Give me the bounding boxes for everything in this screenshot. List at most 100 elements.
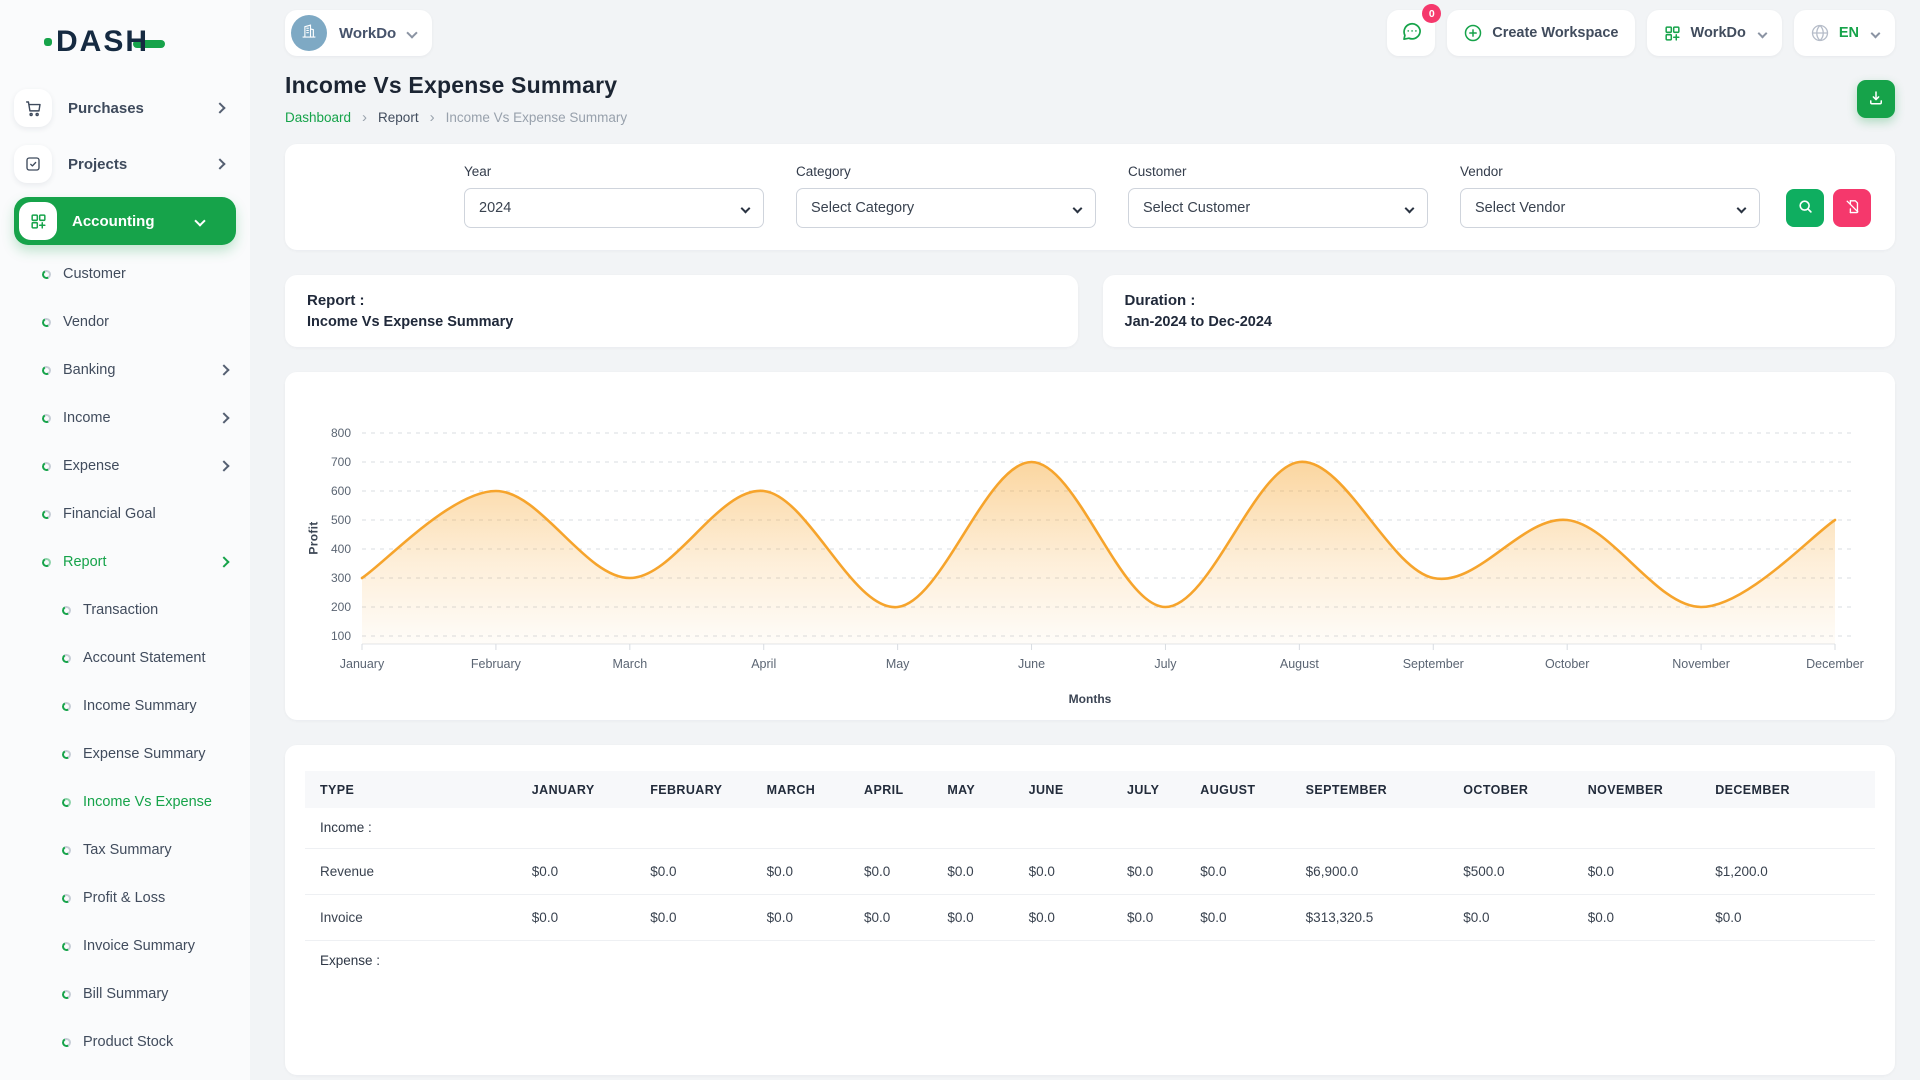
- sidebar-item-accounting[interactable]: Accounting: [14, 197, 236, 245]
- report-summary-card: Report : Income Vs Expense Summary: [285, 275, 1078, 347]
- report-card-value: Income Vs Expense Summary: [307, 314, 1056, 330]
- category-select[interactable]: Select Category: [796, 188, 1096, 228]
- table-cell: $0.0: [849, 848, 932, 894]
- sidebar-item-label: Expense Summary: [83, 746, 206, 762]
- language-button[interactable]: EN: [1794, 10, 1895, 56]
- table-header-row: TYPEJANUARYFEBRUARYMARCHAPRILMAYJUNEJULY…: [305, 771, 1875, 808]
- messages-button[interactable]: 0: [1387, 10, 1435, 56]
- filter-card: Year2024CategorySelect CategoryCustomerS…: [285, 144, 1895, 250]
- circle-dot-icon: [61, 748, 72, 759]
- reset-filter-button[interactable]: [1833, 189, 1871, 227]
- sidebar-item-label: Product Stock: [83, 1034, 173, 1050]
- create-workspace-label: Create Workspace: [1492, 25, 1618, 41]
- circle-dot-icon: [61, 844, 72, 855]
- table-cell: $0.0: [517, 848, 635, 894]
- sidebar-item-expense[interactable]: Expense: [14, 442, 236, 490]
- chart-x-axis-title: Months: [305, 692, 1875, 706]
- check-square-icon: [14, 145, 52, 183]
- search-icon: [1797, 198, 1814, 218]
- workspace-menu-button[interactable]: WorkDo: [1647, 10, 1782, 56]
- sidebar-item-bill-summary[interactable]: Bill Summary: [14, 970, 236, 1018]
- table-header-type: TYPE: [305, 771, 517, 808]
- sidebar-item-vendor[interactable]: Vendor: [14, 298, 236, 346]
- workspace-selector[interactable]: WorkDo: [285, 10, 432, 56]
- filter-label-customer: Customer: [1128, 164, 1428, 179]
- sidebar-item-customer[interactable]: Customer: [14, 250, 236, 298]
- sidebar-item-profit-loss[interactable]: Profit & Loss: [14, 874, 236, 922]
- sidebar-item-expense-summary[interactable]: Expense Summary: [14, 730, 236, 778]
- circle-dot-icon: [61, 940, 72, 951]
- filter-label-year: Year: [464, 164, 764, 179]
- breadcrumb-item-report[interactable]: Report: [378, 110, 419, 125]
- breadcrumb-item-dashboard[interactable]: Dashboard: [285, 110, 351, 125]
- brand-logo[interactable]: DASH: [14, 14, 236, 70]
- sidebar-item-label: Income: [63, 410, 111, 426]
- language-label: EN: [1839, 25, 1859, 41]
- sidebar-item-label: Income Summary: [83, 698, 197, 714]
- table-section-label: Expense :: [305, 940, 1875, 980]
- sidebar-item-banking[interactable]: Banking: [14, 346, 236, 394]
- table-header-march: MARCH: [752, 771, 849, 808]
- sidebar-item-label: Expense: [63, 458, 119, 474]
- table-header-september: SEPTEMBER: [1291, 771, 1449, 808]
- sidebar-item-report[interactable]: Report: [14, 538, 236, 586]
- table-cell: $0.0: [635, 894, 751, 940]
- circle-dot-icon: [61, 892, 72, 903]
- globe-icon: [1810, 23, 1830, 43]
- svg-text:February: February: [471, 657, 522, 671]
- svg-text:September: September: [1403, 657, 1464, 671]
- table-section-expense: Expense :: [305, 940, 1875, 980]
- table-header-april: APRIL: [849, 771, 932, 808]
- sidebar-item-income-summary[interactable]: Income Summary: [14, 682, 236, 730]
- sidebar-item-label: Vendor: [63, 314, 109, 330]
- sidebar-item-purchases[interactable]: Purchases: [14, 80, 236, 136]
- workspace-menu-label: WorkDo: [1691, 25, 1746, 41]
- sidebar-item-income-vs-expense[interactable]: Income Vs Expense: [14, 778, 236, 826]
- customer-select[interactable]: Select Customer: [1128, 188, 1428, 228]
- apply-filter-button[interactable]: [1786, 189, 1824, 227]
- download-button[interactable]: [1857, 80, 1895, 118]
- svg-text:June: June: [1018, 657, 1045, 671]
- table-header-may: MAY: [932, 771, 1013, 808]
- topbar: WorkDo 0 Create Workspace WorkDo EN: [250, 0, 1920, 58]
- grid-plus-icon: [1663, 24, 1682, 43]
- vendor-select[interactable]: Select Vendor: [1460, 188, 1760, 228]
- sidebar-item-account-statement[interactable]: Account Statement: [14, 634, 236, 682]
- svg-text:March: March: [612, 657, 647, 671]
- chevron-down-icon: [194, 215, 205, 226]
- year-select[interactable]: 2024: [464, 188, 764, 228]
- sidebar-item-label: Financial Goal: [63, 506, 156, 522]
- selected-value: 2024: [479, 200, 511, 216]
- sidebar-item-cash-flow[interactable]: Cash Flow: [14, 1066, 236, 1080]
- table-cell: $0.0: [635, 848, 751, 894]
- breadcrumb-item-income-vs-expense-summary: Income Vs Expense Summary: [446, 110, 628, 125]
- table-header-january: JANUARY: [517, 771, 635, 808]
- svg-text:November: November: [1672, 657, 1730, 671]
- sidebar-item-product-stock[interactable]: Product Stock: [14, 1018, 236, 1066]
- svg-text:July: July: [1154, 657, 1177, 671]
- circle-dot-icon: [61, 1036, 72, 1047]
- chevron-right-icon: [218, 556, 229, 567]
- chevron-down-icon: [1073, 203, 1083, 213]
- income-expense-table: TYPEJANUARYFEBRUARYMARCHAPRILMAYJUNEJULY…: [305, 771, 1875, 980]
- sidebar-item-invoice-summary[interactable]: Invoice Summary: [14, 922, 236, 970]
- table-cell: $0.0: [1185, 894, 1290, 940]
- circle-dot-icon: [41, 460, 52, 471]
- sidebar-item-financial-goal[interactable]: Financial Goal: [14, 490, 236, 538]
- chevron-down-icon: [1737, 203, 1747, 213]
- sidebar-item-label: Profit & Loss: [83, 890, 165, 906]
- filter-label-vendor: Vendor: [1460, 164, 1760, 179]
- sidebar-item-label: Purchases: [68, 100, 144, 117]
- sidebar-item-projects[interactable]: Projects: [14, 136, 236, 192]
- sidebar-item-tax-summary[interactable]: Tax Summary: [14, 826, 236, 874]
- table-header-november: NOVEMBER: [1573, 771, 1700, 808]
- sidebar: DASH Purchases Projects Accounting Customer…: [0, 0, 250, 1080]
- sidebar-item-label: Customer: [63, 266, 126, 282]
- sidebar-item-transaction[interactable]: Transaction: [14, 586, 236, 634]
- breadcrumb-separator: ›: [430, 109, 435, 126]
- sidebar-item-label: Bill Summary: [83, 986, 168, 1002]
- sidebar-item-label: Projects: [68, 156, 127, 173]
- circle-dot-icon: [41, 412, 52, 423]
- create-workspace-button[interactable]: Create Workspace: [1447, 10, 1634, 56]
- sidebar-item-income[interactable]: Income: [14, 394, 236, 442]
